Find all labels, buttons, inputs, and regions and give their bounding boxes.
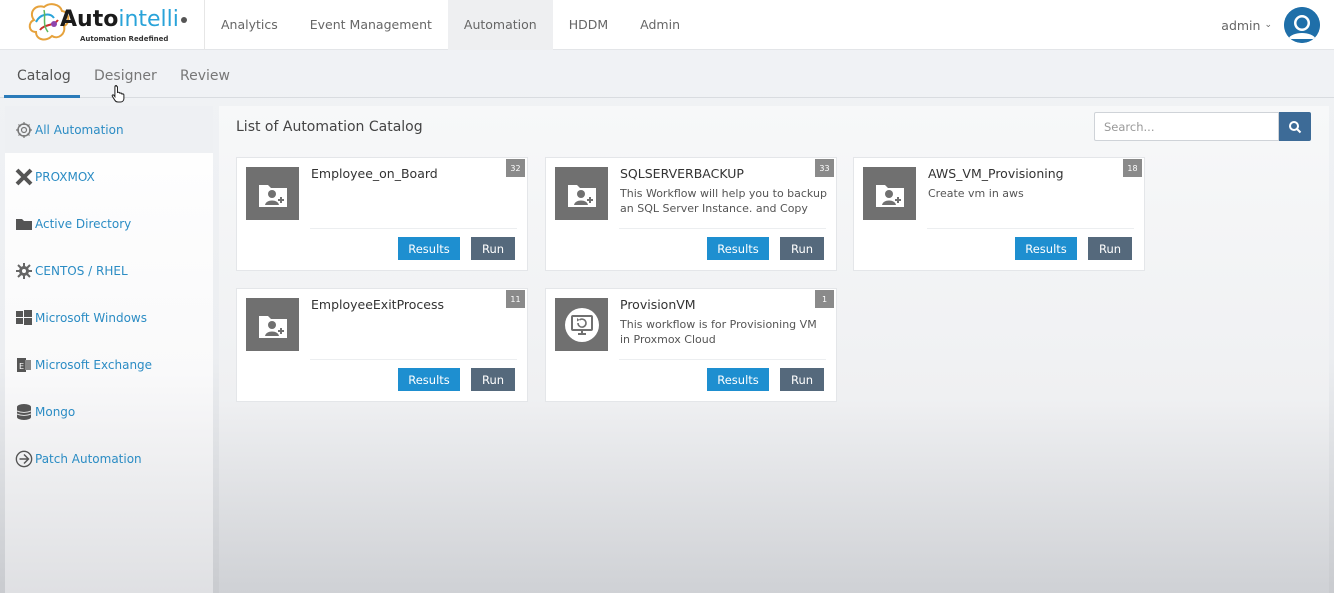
results-button[interactable]: Results <box>398 237 460 260</box>
card-divider <box>310 228 517 229</box>
card-count-badge: 11 <box>506 290 525 308</box>
sidebar-item-mongo[interactable]: Mongo <box>5 388 213 435</box>
main-nav: Analytics Event Management Automation HD… <box>205 0 696 50</box>
brand-tagline: Automation Redefined <box>80 34 169 43</box>
run-button[interactable]: Run <box>780 237 824 260</box>
search-button[interactable] <box>1279 112 1311 141</box>
card-count-badge: 32 <box>506 159 525 177</box>
folder-icon <box>15 215 33 233</box>
brand-name: Autointelli <box>60 6 187 32</box>
avatar[interactable] <box>1284 7 1320 43</box>
nav-automation[interactable]: Automation <box>447 0 553 50</box>
nav-hddm[interactable]: HDDM <box>553 0 624 50</box>
sidebar-item-label: PROXMOX <box>35 169 95 184</box>
card-divider <box>310 359 517 360</box>
search-icon <box>1289 120 1302 133</box>
sidebar-item-centos-rhel[interactable]: CENTOS / RHEL <box>5 247 213 294</box>
svg-text:E: E <box>19 362 24 371</box>
search-input[interactable]: Search... <box>1094 112 1279 141</box>
sidebar-item-label: CENTOS / RHEL <box>35 263 128 278</box>
run-button[interactable]: Run <box>1088 237 1132 260</box>
card-title[interactable]: Employee_on_Board <box>311 166 438 181</box>
card-count-badge: 1 <box>815 290 834 308</box>
catalog-card-aws-vm-provisioning[interactable]: AWS_VM_Provisioning Create vm in aws 18 … <box>853 157 1145 271</box>
monitor-refresh-icon <box>555 298 608 351</box>
sidebar-item-microsoft-windows[interactable]: Microsoft Windows <box>5 294 213 341</box>
top-navbar: Autointelli Automation Redefined Analyti… <box>0 0 1334 50</box>
catalog-card-employee-exit-process[interactable]: EmployeeExitProcess 11 Results Run <box>236 288 528 402</box>
exchange-icon: E <box>15 356 33 374</box>
catalog-card-sqlserverbackup[interactable]: SQLSERVERBACKUP This Workflow will help … <box>545 157 837 271</box>
card-description: This workflow is for Provisioning VM in … <box>620 318 817 346</box>
tab-designer[interactable]: Designer <box>94 68 157 84</box>
sidebar-item-label: Active Directory <box>35 216 132 231</box>
centos-icon <box>15 262 33 280</box>
brand-name-bold: Auto <box>60 6 119 32</box>
card-count-badge: 18 <box>1123 159 1142 177</box>
card-divider <box>619 359 826 360</box>
gear-cluster-icon <box>15 121 33 139</box>
nav-admin[interactable]: Admin <box>624 0 696 50</box>
card-description: Create vm in aws <box>928 187 1024 200</box>
active-tab-indicator <box>4 95 80 98</box>
proxmox-icon <box>15 168 33 186</box>
sidebar-item-label: Mongo <box>35 404 76 419</box>
card-title[interactable]: SQLSERVERBACKUP <box>620 166 744 181</box>
card-count-badge: 33 <box>815 159 834 177</box>
database-icon <box>15 403 33 421</box>
user-folder-icon <box>863 167 916 220</box>
card-title[interactable]: ProvisionVM <box>620 297 696 312</box>
run-button[interactable]: Run <box>780 368 824 391</box>
results-button[interactable]: Results <box>707 368 769 391</box>
user-folder-icon <box>246 298 299 351</box>
sidebar-item-active-directory[interactable]: Active Directory <box>5 200 213 247</box>
brand-name-light: intelli <box>118 6 179 32</box>
user-menu[interactable]: admin ⌄ <box>1221 0 1334 50</box>
card-divider <box>619 228 826 229</box>
results-button[interactable]: Results <box>707 237 769 260</box>
results-button[interactable]: Results <box>1015 237 1077 260</box>
user-avatar-icon <box>1284 7 1320 43</box>
user-name[interactable]: admin <box>1221 18 1260 33</box>
card-title[interactable]: EmployeeExitProcess <box>311 297 444 312</box>
catalog-card-employee-on-board[interactable]: Employee_on_Board 32 Results Run <box>236 157 528 271</box>
sidebar-item-patch-automation[interactable]: Patch Automation <box>5 435 213 482</box>
nav-analytics[interactable]: Analytics <box>205 0 294 50</box>
results-button[interactable]: Results <box>398 368 460 391</box>
chevron-down-icon[interactable]: ⌄ <box>1264 20 1272 30</box>
sidebar-item-all-automation[interactable]: All Automation <box>5 106 213 153</box>
sidebar-item-label: All Automation <box>35 122 124 137</box>
card-title[interactable]: AWS_VM_Provisioning <box>928 166 1064 181</box>
run-button[interactable]: Run <box>471 237 515 260</box>
card-description: This Workflow will help you to backup an… <box>620 187 827 215</box>
tab-review[interactable]: Review <box>180 68 230 84</box>
catalog-card-provisionvm[interactable]: ProvisionVM This workflow is for Provisi… <box>545 288 837 402</box>
nav-event-management[interactable]: Event Management <box>294 0 448 50</box>
category-sidebar: All Automation PROXMOX Active Directory … <box>5 106 213 593</box>
page-title: List of Automation Catalog <box>236 119 423 135</box>
tab-catalog[interactable]: Catalog <box>17 68 71 84</box>
sidebar-item-proxmox[interactable]: PROXMOX <box>5 153 213 200</box>
brand-dot-icon <box>180 16 187 23</box>
sidebar-item-label: Microsoft Exchange <box>35 357 153 372</box>
user-folder-icon <box>555 167 608 220</box>
brand-logo[interactable]: Autointelli Automation Redefined <box>0 0 205 50</box>
patch-icon <box>15 450 33 468</box>
hand-cursor-icon <box>111 85 125 103</box>
sidebar-item-label: Microsoft Windows <box>35 310 147 325</box>
card-divider <box>927 228 1134 229</box>
windows-icon <box>15 309 33 327</box>
sidebar-item-microsoft-exchange[interactable]: E Microsoft Exchange <box>5 341 213 388</box>
user-folder-icon <box>246 167 299 220</box>
sidebar-item-label: Patch Automation <box>35 451 142 466</box>
run-button[interactable]: Run <box>471 368 515 391</box>
